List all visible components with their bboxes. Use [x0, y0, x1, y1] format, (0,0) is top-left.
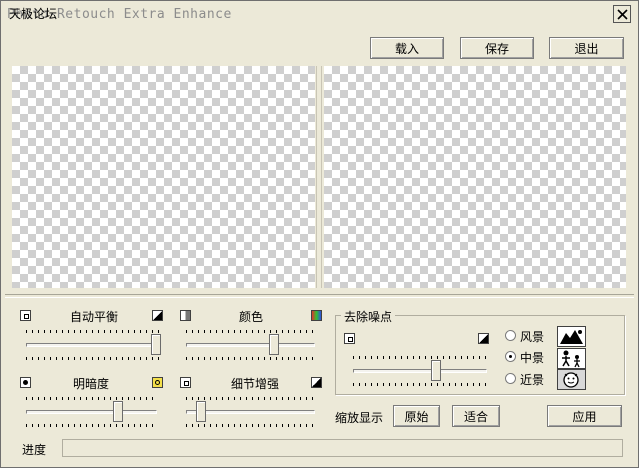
auto-balance-slider[interactable] [26, 330, 162, 360]
zoom-original-button[interactable]: 原始 [393, 405, 440, 427]
denoise-label: 去除噪点 [341, 308, 396, 325]
divider [5, 294, 634, 298]
title-bar: Photo-Retouch Extra Enhance 天极论坛 [1, 1, 638, 26]
slider-track [26, 343, 159, 347]
detail-min-icon [180, 377, 191, 388]
brightness-max-icon [152, 377, 163, 388]
slider-thumb[interactable] [431, 360, 442, 381]
denoise-min-icon [344, 333, 355, 344]
color-slider[interactable] [186, 330, 315, 360]
auto-balance-max-icon [152, 310, 163, 321]
slider-thumb[interactable] [268, 334, 279, 355]
close-icon [617, 9, 628, 20]
slider-track [353, 369, 487, 373]
closeup-icon [557, 369, 586, 390]
brightness-slider[interactable] [26, 397, 157, 427]
main-window: Photo-Retouch Extra Enhance 天极论坛 载入 保存 退… [0, 0, 639, 468]
slider-ticks [26, 397, 157, 400]
color-label: 颜色 [239, 310, 264, 324]
denoise-max-icon [478, 333, 489, 344]
color-max-icon [311, 310, 322, 321]
radio-midrange[interactable] [505, 351, 516, 362]
radio-midrange-label: 中景 [520, 351, 545, 365]
exit-button[interactable]: 退出 [549, 37, 624, 59]
slider-ticks [186, 330, 315, 333]
landscape-icon [557, 326, 586, 347]
preview-splitter[interactable] [316, 66, 322, 288]
radio-landscape-label: 风景 [520, 330, 545, 344]
zoom-label: 缩放显示 [335, 411, 384, 425]
slider-ticks [26, 424, 157, 427]
slider-thumb[interactable] [151, 334, 162, 355]
denoise-slider[interactable] [353, 356, 487, 386]
slider-thumb[interactable] [112, 401, 123, 422]
detail-slider[interactable] [186, 397, 315, 427]
slider-ticks [353, 356, 487, 359]
slider-ticks [26, 330, 159, 333]
close-button[interactable] [613, 5, 631, 23]
slider-ticks [186, 357, 315, 360]
radio-landscape[interactable] [505, 330, 516, 341]
slider-ticks [186, 424, 315, 427]
apply-button[interactable]: 应用 [547, 405, 622, 427]
result-preview [324, 66, 626, 288]
detail-max-icon [311, 377, 322, 388]
progress-bar [62, 439, 623, 457]
load-button[interactable]: 载入 [370, 37, 444, 59]
zoom-fit-button[interactable]: 适合 [452, 405, 500, 427]
slider-track [186, 343, 315, 347]
slider-ticks [186, 397, 315, 400]
detail-label: 细节增强 [231, 377, 280, 391]
original-preview [12, 66, 315, 288]
slider-track [26, 410, 157, 414]
brightness-min-icon [20, 377, 31, 388]
people-icon [557, 348, 586, 369]
brightness-label: 明暗度 [73, 377, 110, 391]
radio-closeup[interactable] [505, 373, 516, 384]
slider-ticks [353, 383, 487, 386]
auto-balance-label: 自动平衡 [70, 310, 119, 324]
slider-thumb[interactable] [196, 401, 207, 422]
slider-ticks [26, 357, 159, 360]
color-min-icon [180, 310, 191, 321]
save-button[interactable]: 保存 [460, 37, 534, 59]
watermark-text: 天极论坛 [9, 7, 58, 21]
radio-closeup-label: 近景 [520, 373, 545, 387]
auto-balance-min-icon [20, 310, 31, 321]
progress-label: 进度 [22, 443, 47, 457]
